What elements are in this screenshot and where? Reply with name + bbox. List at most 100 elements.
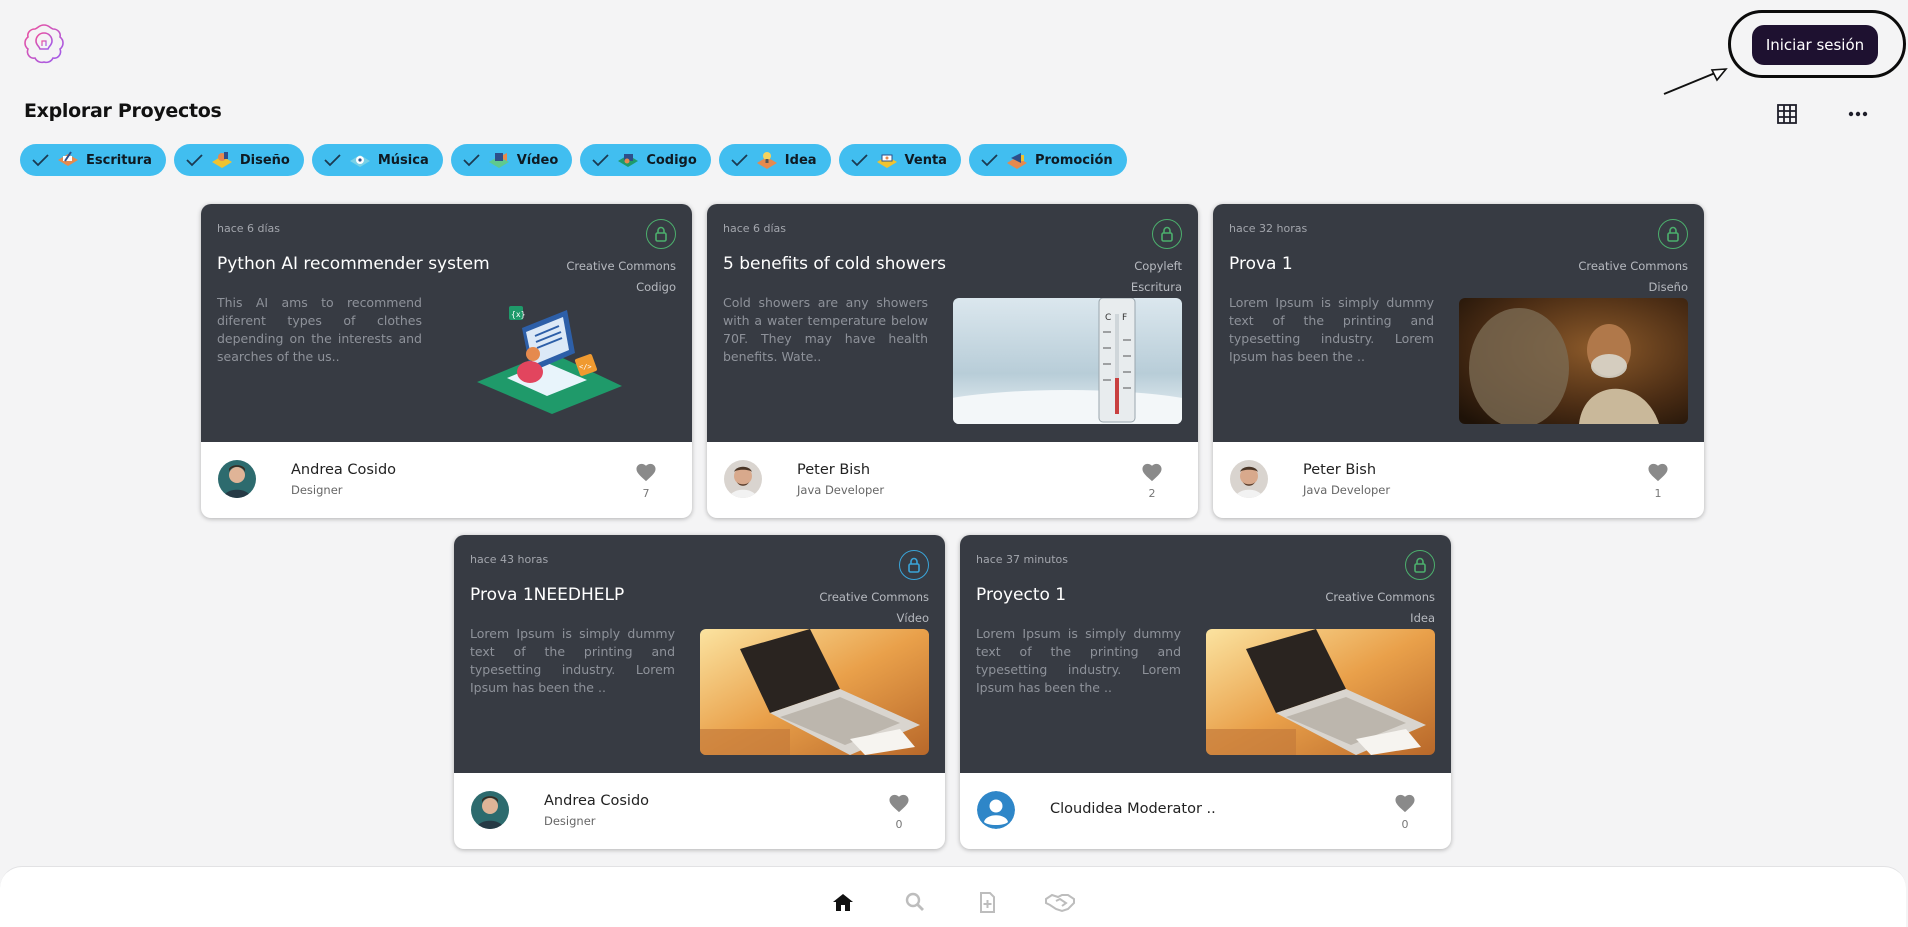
lock-icon (1161, 226, 1173, 242)
card-license: Creative Commons (1578, 259, 1688, 273)
project-card[interactable]: hace 43 horas Prova 1NEEDHELP Creative C… (454, 535, 945, 849)
card-license: Creative Commons (819, 590, 929, 604)
like-button[interactable]: 0 (887, 793, 911, 831)
svg-text:C: C (1105, 313, 1111, 323)
author-name[interactable]: Andrea Cosido (544, 793, 649, 809)
check-icon (850, 154, 868, 167)
idea-icon (756, 152, 777, 169)
author-role: Java Developer (797, 483, 885, 497)
home-icon[interactable] (830, 891, 856, 913)
card-title[interactable]: Prova 1 (1229, 254, 1293, 274)
card-description: Lorem Ipsum is simply dummy text of the … (470, 626, 675, 695)
author-name[interactable]: Peter Bish (797, 462, 870, 478)
avatar[interactable] (218, 460, 256, 498)
card-description: Lorem Ipsum is simply dummy text of the … (1229, 295, 1434, 364)
card-time: hace 37 minutos (976, 553, 1069, 566)
login-button[interactable]: Iniciar sesión (1752, 25, 1878, 65)
project-image (700, 629, 929, 755)
chip-escritura[interactable]: Escritura (20, 144, 166, 176)
video-icon (488, 153, 509, 168)
check-icon (731, 154, 748, 167)
arrow-annotation (1663, 68, 1728, 95)
lock-button[interactable] (646, 219, 676, 249)
author-name[interactable]: Cloudidea Moderator .. (1050, 801, 1216, 817)
more-options-icon[interactable] (1845, 103, 1871, 125)
card-time: hace 43 horas (470, 553, 549, 566)
card-description: Cold showers are any showers with a wate… (723, 295, 928, 364)
project-card[interactable]: hace 37 minutos Proyecto 1 Creative Comm… (960, 535, 1451, 849)
author-role: Designer (544, 814, 596, 828)
lock-button[interactable] (1658, 219, 1688, 249)
new-project-icon[interactable] (974, 891, 1000, 913)
like-count: 0 (1401, 818, 1409, 831)
chip-venta[interactable]: Venta (838, 144, 961, 176)
like-count: 0 (895, 818, 903, 831)
chip-label: Vídeo (516, 152, 559, 168)
project-card[interactable]: hace 32 horas Prova 1 Creative Commons D… (1213, 204, 1704, 518)
project-card[interactable]: hace 6 días 5 benefits of cold showers C… (707, 204, 1198, 518)
code-icon (618, 154, 639, 167)
grid-view-icon[interactable] (1776, 103, 1798, 125)
project-illustration: {x} </> (447, 298, 676, 424)
svg-text:</>: </> (579, 363, 592, 371)
avatar[interactable] (724, 460, 762, 498)
like-button[interactable]: 7 (634, 462, 658, 500)
lock-button[interactable] (1152, 219, 1182, 249)
project-image: C F (953, 298, 1182, 424)
card-category: Idea (1410, 611, 1435, 625)
card-description: Lorem Ipsum is simply dummy text of the … (976, 626, 1181, 695)
card-title[interactable]: Proyecto 1 (976, 585, 1066, 605)
chip-label: Codigo (646, 152, 697, 168)
lock-button[interactable] (899, 550, 929, 580)
chip-musica[interactable]: Música (311, 144, 443, 176)
check-icon (32, 154, 49, 167)
avatar[interactable] (471, 791, 509, 829)
avatar[interactable] (977, 791, 1015, 829)
heart-icon (1395, 794, 1415, 813)
sale-icon (876, 154, 897, 168)
author-role: Designer (291, 483, 343, 497)
handshake-icon[interactable] (1044, 891, 1076, 913)
category-filter-bar: Escritura Diseño Música Vídeo Codigo Ide… (20, 144, 1127, 176)
heart-icon (636, 463, 656, 482)
card-time: hace 6 días (723, 222, 787, 235)
svg-text:F: F (1122, 313, 1127, 323)
page-title: Explorar Proyectos (24, 100, 222, 122)
chip-promocion[interactable]: Promoción (968, 144, 1127, 176)
card-title[interactable]: 5 benefits of cold showers (723, 254, 946, 274)
avatar[interactable] (1230, 460, 1268, 498)
check-icon (186, 154, 203, 167)
chip-label: Promoción (1034, 152, 1113, 168)
like-button[interactable]: 0 (1393, 793, 1417, 831)
card-license: Creative Commons (566, 259, 676, 273)
chip-codigo[interactable]: Codigo (580, 144, 711, 176)
project-card[interactable]: hace 6 días Python AI recommender system… (201, 204, 692, 518)
author-name[interactable]: Peter Bish (1303, 462, 1376, 478)
author-name[interactable]: Andrea Cosido (291, 462, 396, 478)
check-icon (981, 154, 998, 167)
card-title[interactable]: Prova 1NEEDHELP (470, 585, 624, 605)
card-title[interactable]: Python AI recommender system (217, 254, 490, 274)
card-category: Escritura (1130, 280, 1182, 294)
author-role: Java Developer (1303, 483, 1391, 497)
card-category: Vídeo (896, 611, 929, 625)
card-category: Codigo (636, 280, 676, 294)
card-category: Diseño (1648, 280, 1688, 294)
like-button[interactable]: 2 (1140, 462, 1164, 500)
chip-idea[interactable]: Idea (718, 144, 831, 176)
project-image (1206, 629, 1435, 755)
chip-label: Escritura (86, 152, 152, 168)
svg-text:{x}: {x} (511, 310, 525, 319)
check-icon (592, 154, 609, 167)
app-logo[interactable] (22, 22, 66, 66)
chip-diseno[interactable]: Diseño (173, 144, 304, 176)
bottom-navigation (0, 866, 1906, 927)
heart-icon (889, 794, 909, 813)
card-description: This AI ams to recommend diferent types … (217, 295, 422, 364)
lock-button[interactable] (1405, 550, 1435, 580)
chip-video[interactable]: Vídeo (450, 144, 573, 176)
promotion-icon (1006, 153, 1027, 169)
like-button[interactable]: 1 (1646, 462, 1670, 500)
search-icon[interactable] (902, 891, 928, 913)
lock-icon (1667, 226, 1679, 242)
